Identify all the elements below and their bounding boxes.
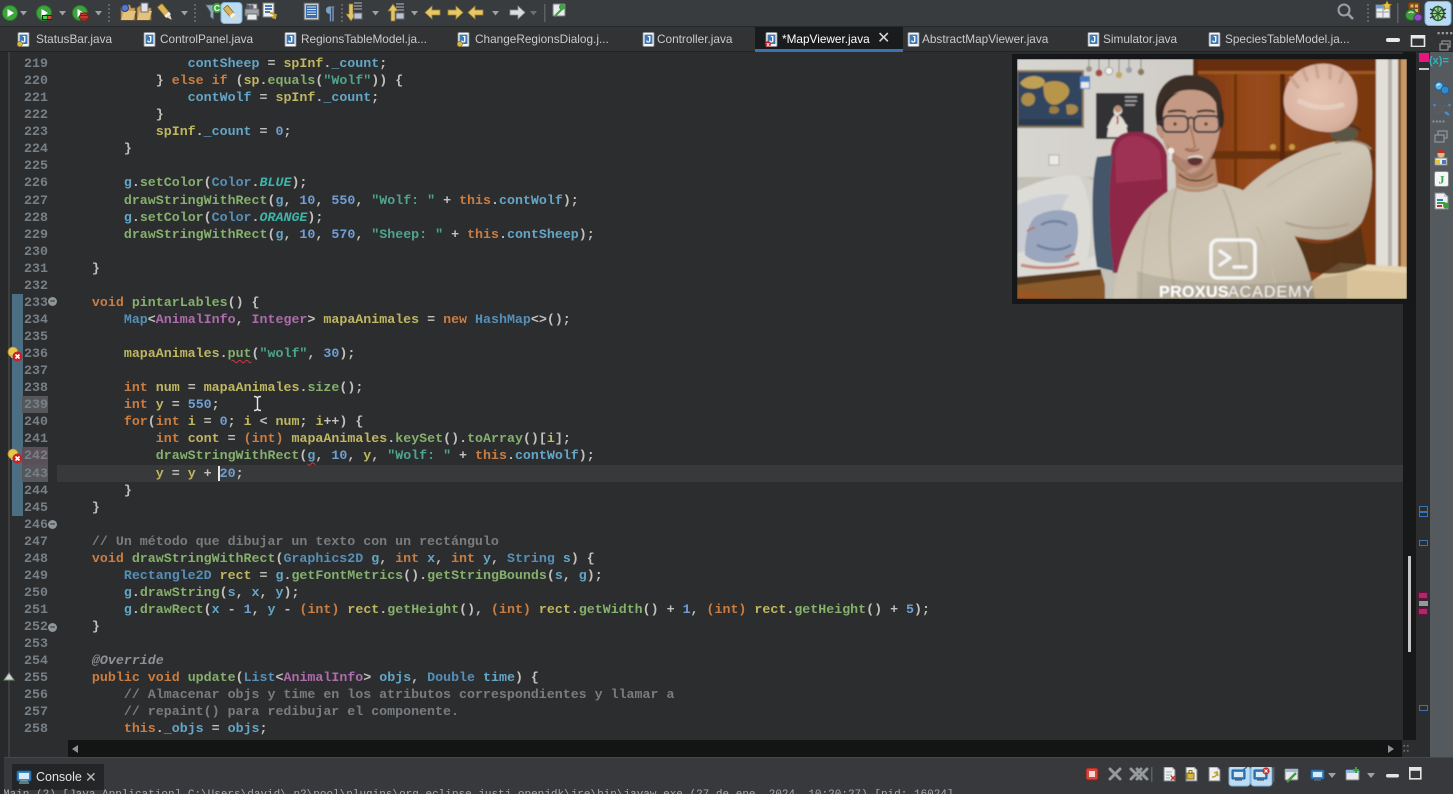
svg-text:J: J: [1212, 35, 1217, 45]
svg-text:J: J: [1091, 35, 1096, 45]
svg-text:J: J: [147, 35, 152, 45]
svg-text:ACADEMY: ACADEMY: [1228, 284, 1314, 299]
svg-text:PROXUS: PROXUS: [1159, 284, 1229, 299]
svg-text:¶: ¶: [325, 3, 335, 24]
svg-text:J: J: [1439, 173, 1445, 187]
svg-text:J: J: [646, 35, 651, 45]
svg-text:C: C: [214, 3, 220, 13]
svg-text:x: x: [766, 41, 770, 47]
svg-text:J: J: [288, 35, 293, 45]
svg-text:J: J: [911, 35, 916, 45]
